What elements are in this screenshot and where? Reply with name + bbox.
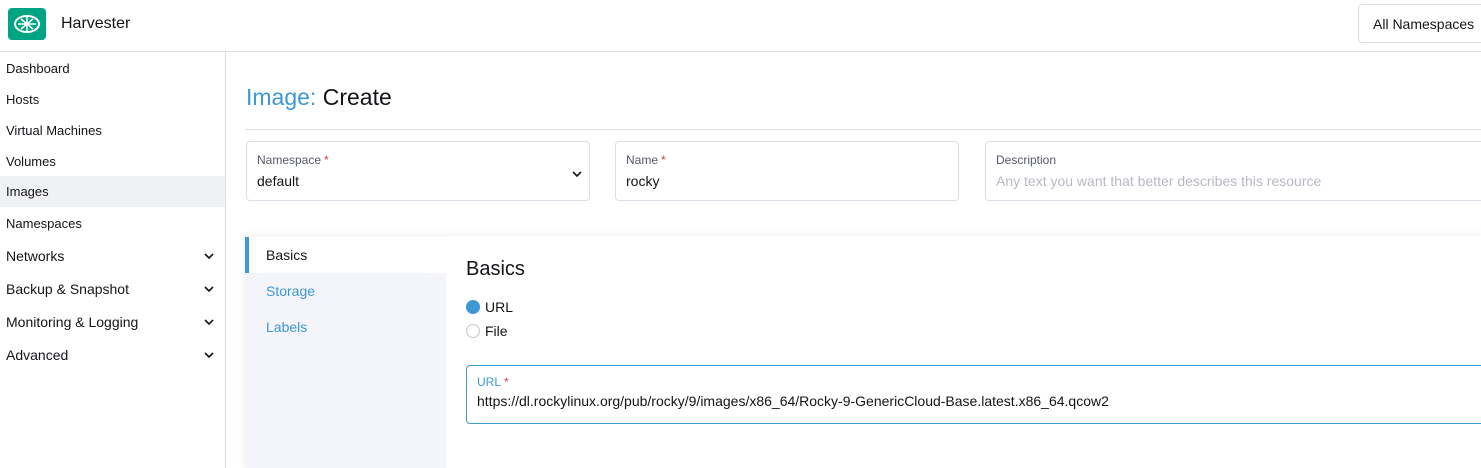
tab-storage[interactable]: Storage — [245, 273, 446, 309]
chevron-down-icon — [204, 285, 214, 292]
namespace-label: Namespace * — [257, 153, 329, 167]
name-input[interactable]: rocky — [626, 173, 948, 189]
chevron-down-icon — [204, 318, 214, 325]
description-field[interactable]: Description Any text you want that bette… — [985, 141, 1481, 201]
radio-url[interactable]: URL — [466, 299, 513, 315]
url-label: URL * — [477, 375, 509, 389]
app-title: Harvester — [61, 15, 131, 32]
sidebar-item-virtual-machines[interactable]: Virtual Machines — [0, 115, 225, 146]
section-title: Basics — [466, 258, 525, 280]
sidebar-group-monitoring-logging[interactable]: Monitoring & Logging — [0, 305, 225, 338]
radio-checked-icon[interactable] — [466, 300, 480, 314]
sidebar-item-label: Backup & Snapshot — [6, 280, 129, 297]
required-mark: * — [504, 375, 509, 389]
sidebar-item-hosts[interactable]: Hosts — [0, 84, 225, 115]
url-input[interactable]: https://dl.rockylinux.org/pub/rocky/9/im… — [477, 393, 1475, 409]
chevron-down-icon — [204, 351, 214, 358]
radio-label: URL — [485, 299, 514, 315]
page-title-resource[interactable]: Image: — [246, 84, 316, 110]
top-header: Harvester All Namespaces — [0, 0, 1481, 52]
tabbed-panel: Basics Storage Labels — [245, 236, 1481, 468]
tab-basics[interactable]: Basics — [245, 237, 446, 273]
page-title-action: Create — [322, 84, 392, 110]
radio-file[interactable]: File — [466, 323, 508, 339]
required-mark: * — [324, 153, 329, 167]
tab-list: Basics Storage Labels — [245, 236, 446, 468]
description-input[interactable]: Any text you want that better describes … — [996, 173, 1474, 189]
sidebar-group-advanced[interactable]: Advanced — [0, 338, 225, 371]
radio-label: File — [485, 323, 508, 339]
title-divider — [245, 129, 1481, 130]
required-mark: * — [661, 153, 666, 167]
sidebar-nav: Dashboard Hosts Virtual Machines Volumes… — [0, 52, 226, 468]
sidebar-item-label: Advanced — [6, 346, 69, 363]
chevron-down-icon[interactable] — [571, 168, 583, 180]
sidebar-item-label: Networks — [6, 247, 65, 264]
description-label: Description — [996, 153, 1057, 167]
sidebar-item-images[interactable]: Images — [0, 176, 225, 207]
url-field[interactable]: URL * https://dl.rockylinux.org/pub/rocky… — [466, 365, 1481, 424]
chevron-down-icon — [204, 252, 214, 259]
sidebar-item-label: Monitoring & Logging — [6, 313, 139, 330]
page-title: Image: Create — [246, 84, 392, 111]
namespace-select[interactable]: Namespace * default — [246, 141, 590, 201]
sidebar-item-dashboard[interactable]: Dashboard — [0, 53, 225, 84]
name-field[interactable]: Name * rocky — [615, 141, 959, 201]
namespace-filter-dropdown[interactable]: All Namespaces — [1358, 4, 1481, 43]
sidebar-group-networks[interactable]: Networks — [0, 239, 225, 272]
radio-unchecked-icon[interactable] — [466, 324, 480, 338]
sidebar-group-backup-snapshot[interactable]: Backup & Snapshot — [0, 272, 225, 305]
sidebar-item-volumes[interactable]: Volumes — [0, 146, 225, 177]
sidebar-item-namespaces[interactable]: Namespaces — [0, 208, 225, 239]
namespace-value: default — [257, 173, 300, 189]
tab-labels[interactable]: Labels — [245, 309, 446, 345]
name-label: Name * — [626, 153, 666, 167]
harvester-logo-icon[interactable] — [8, 8, 46, 40]
